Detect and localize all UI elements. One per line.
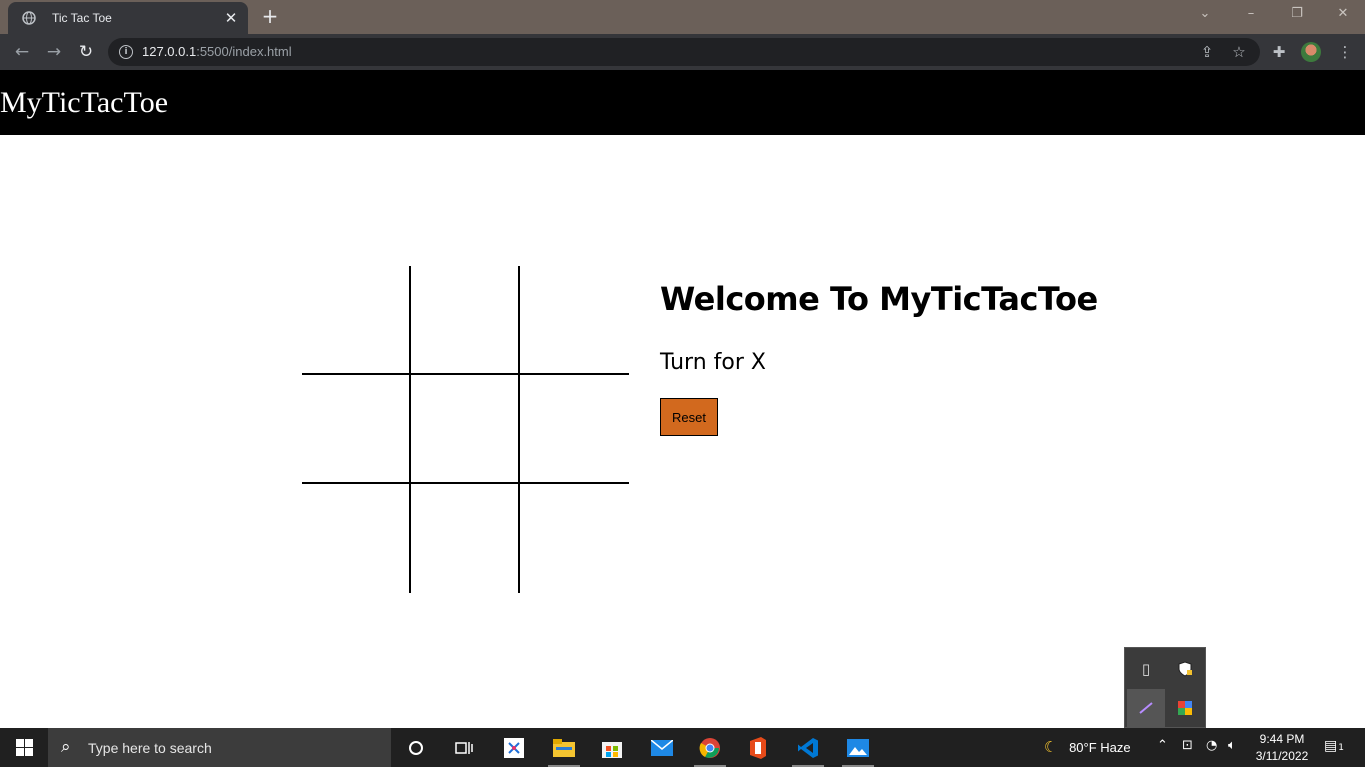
taskbar-search[interactable]: ⌕ Type here to search [48,728,391,767]
tab-title: Tic Tac Toe [52,11,112,25]
new-tab-button[interactable]: + [259,5,281,27]
cortana-icon[interactable] [392,728,440,767]
url-host: 127.0.0.1 [142,44,197,59]
notification-center-icon[interactable]: ▤1 [1324,738,1344,754]
url-text[interactable]: 127.0.0.1:5500/index.html [142,44,292,59]
microsoft-store-icon[interactable] [588,728,636,767]
site-header: MyTicTacToe [0,70,1365,135]
weather-text: 80°F Haze [1069,740,1131,755]
search-placeholder: Type here to search [88,740,212,756]
back-arrow-icon[interactable]: ← [12,42,32,62]
board-cell[interactable] [520,484,629,593]
tray-overflow-popup: ▯ [1124,647,1206,728]
vscode-icon[interactable] [784,728,832,767]
minimize-icon[interactable]: – [1241,6,1261,21]
weather-widget[interactable]: ☾ 80°F Haze [1044,738,1131,756]
volume-icon[interactable]: 🔈︎ [1228,738,1236,753]
forward-arrow-icon[interactable]: → [44,42,64,62]
welcome-heading: Welcome To MyTicTacToe [660,280,1098,318]
mail-icon[interactable] [638,728,686,767]
reload-icon[interactable]: ↻ [76,42,96,62]
clock-time: 9:44 PM [1259,732,1305,746]
board-cell[interactable] [302,266,411,375]
office-icon[interactable] [734,728,782,767]
site-info-icon[interactable]: i [119,45,133,59]
board-cell[interactable] [411,484,520,593]
board-cell[interactable] [411,375,520,484]
profile-avatar[interactable] [1301,42,1321,62]
close-tab-icon[interactable]: ✕ [222,9,240,27]
search-icon: ⌕ [61,737,71,757]
chrome-icon[interactable] [686,728,734,767]
close-window-icon[interactable]: ✕ [1333,6,1353,21]
file-explorer-icon[interactable] [540,728,588,767]
usb-device-icon[interactable]: ▯ [1127,650,1165,688]
network-wifi-icon[interactable]: ◔ [1206,738,1217,753]
language-app-icon[interactable] [1166,689,1204,727]
board-cell[interactable] [411,266,520,375]
board-cell[interactable] [520,266,629,375]
site-title: MyTicTacToe [0,86,169,119]
reset-button[interactable]: Reset [660,398,718,436]
extensions-puzzle-icon[interactable]: ✚ [1270,43,1288,61]
address-bar[interactable]: i 127.0.0.1:5500/index.html ⇪ ☆ [108,38,1260,66]
browser-tabstrip: Tic Tac Toe ✕ + ⌄ – ❐ ✕ [0,0,1365,34]
url-path: :5500/index.html [196,44,292,59]
meet-now-icon[interactable]: ⊡ [1182,738,1193,753]
security-shield-icon[interactable] [1166,650,1204,688]
clock[interactable]: 9:44 PM 3/11/2022 [1246,731,1318,765]
browser-tab[interactable]: Tic Tac Toe ✕ [8,2,248,34]
notification-count: 1 [1338,743,1344,753]
browser-toolbar: ← → ↻ i 127.0.0.1:5500/index.html ⇪ ☆ ✚ … [0,34,1365,70]
board-cell[interactable] [302,375,411,484]
tab-search-icon[interactable]: ⌄ [1195,6,1215,21]
task-view-icon[interactable] [440,728,488,767]
game-info-panel: Welcome To MyTicTacToe Turn for X Reset [660,280,1098,436]
clock-date: 3/11/2022 [1255,749,1309,763]
board-cell[interactable] [520,375,629,484]
snipping-tool-icon[interactable] [490,728,538,767]
bookmark-star-icon[interactable]: ☆ [1230,43,1248,61]
tray-chevron-icon[interactable]: ⌃ [1157,738,1168,753]
turn-indicator: Turn for X [660,350,766,375]
weather-moon-icon: ☾ [1044,739,1058,756]
game-board [302,266,629,593]
start-windows-icon[interactable] [0,728,48,767]
taskbar: ⌕ Type here to search ☾ 80°F Haze ⌃ ⊡ ◔ [0,728,1365,767]
restore-icon[interactable]: ❐ [1287,6,1307,21]
board-cell[interactable] [302,484,411,593]
globe-icon [22,11,36,25]
menu-kebab-icon[interactable]: ⋮ [1336,43,1354,61]
photos-icon[interactable] [834,728,882,767]
pen-tool-icon[interactable] [1127,689,1165,727]
share-icon[interactable]: ⇪ [1198,43,1216,61]
